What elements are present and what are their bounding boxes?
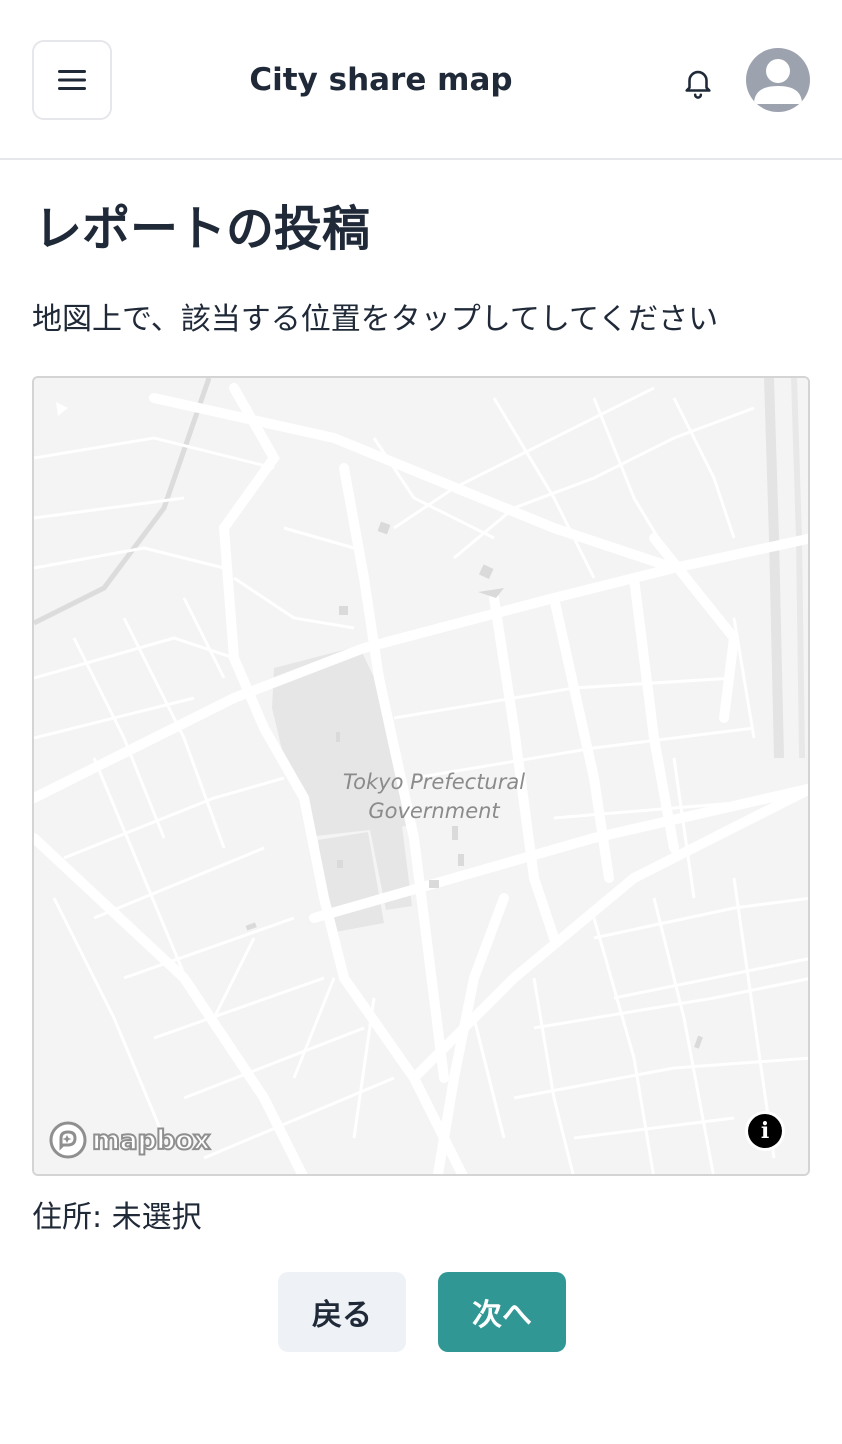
bell-icon — [685, 70, 711, 99]
mapbox-wordmark: mapbox — [91, 1124, 211, 1157]
map-canvas[interactable]: Tokyo Prefectural Government mapbox i — [32, 376, 810, 1176]
notification-button[interactable] — [674, 58, 722, 106]
map-info-button[interactable]: i — [748, 1114, 782, 1148]
map-instruction: 地図上で、該当する位置をタップしてしてください — [32, 302, 719, 337]
map-place-label-line2: Government — [368, 799, 500, 823]
user-avatar-icon — [754, 59, 802, 104]
user-avatar[interactable] — [746, 48, 810, 112]
app-header: City share map — [0, 0, 842, 160]
mapbox-attribution-logo[interactable]: mapbox — [48, 1118, 211, 1162]
info-icon: i — [760, 1118, 770, 1144]
page-title: レポートの投稿 — [34, 201, 371, 257]
next-button[interactable]: 次へ — [438, 1272, 566, 1352]
back-button[interactable]: 戻る — [278, 1272, 406, 1352]
map-place-label-line1: Tokyo Prefectural — [342, 770, 526, 794]
app-title: City share map — [249, 62, 513, 98]
selected-address: 住所: 未選択 — [32, 1200, 202, 1235]
mapbox-logo-icon — [49, 1121, 87, 1159]
